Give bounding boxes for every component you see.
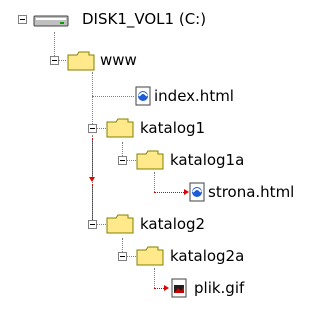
collapse-toggle[interactable] — [118, 252, 127, 261]
tree-line — [154, 172, 155, 192]
folder-icon — [106, 214, 134, 234]
tree-item-label: katalog2 — [140, 215, 206, 233]
tree-item-label: index.html — [154, 87, 234, 105]
tree-line — [154, 268, 155, 288]
path-arrow-down-icon — [89, 177, 95, 182]
tree-line — [58, 60, 66, 61]
path-arrow-right-icon — [164, 285, 169, 291]
tree-line — [96, 128, 106, 129]
folder-icon — [136, 246, 164, 266]
collapse-toggle[interactable] — [88, 124, 97, 133]
tree-item-label: www — [100, 51, 137, 69]
path-highlight-line — [92, 184, 93, 220]
tree-line — [92, 72, 93, 128]
path-highlight-line — [154, 288, 164, 289]
collapse-toggle[interactable] — [50, 56, 59, 65]
tree-item-label: plik.gif — [194, 279, 245, 297]
html-file-icon — [189, 182, 205, 202]
path-highlight-line — [154, 192, 184, 193]
file-tree: DISK1_VOL1 (C:) www index.html katalog1 … — [0, 0, 330, 309]
tree-line — [126, 256, 136, 257]
tree-line — [96, 224, 106, 225]
tree-item-label: katalog1 — [140, 119, 206, 137]
image-file-icon — [171, 278, 187, 298]
tree-line — [126, 160, 136, 161]
folder-icon — [67, 51, 95, 71]
folder-icon — [106, 118, 134, 138]
collapse-toggle[interactable] — [118, 156, 127, 165]
collapse-toggle[interactable] — [18, 15, 27, 24]
tree-item-label: katalog2a — [170, 247, 245, 265]
drive-icon — [33, 15, 69, 27]
tree-item-label: strona.html — [208, 183, 295, 201]
collapse-toggle[interactable] — [88, 220, 97, 229]
tree-item-label: DISK1_VOL1 (C:) — [82, 10, 207, 28]
html-file-icon — [135, 86, 151, 106]
tree-item-label: katalog1a — [170, 151, 245, 169]
tree-line — [92, 96, 134, 97]
folder-icon — [136, 150, 164, 170]
path-highlight-line — [92, 138, 93, 178]
